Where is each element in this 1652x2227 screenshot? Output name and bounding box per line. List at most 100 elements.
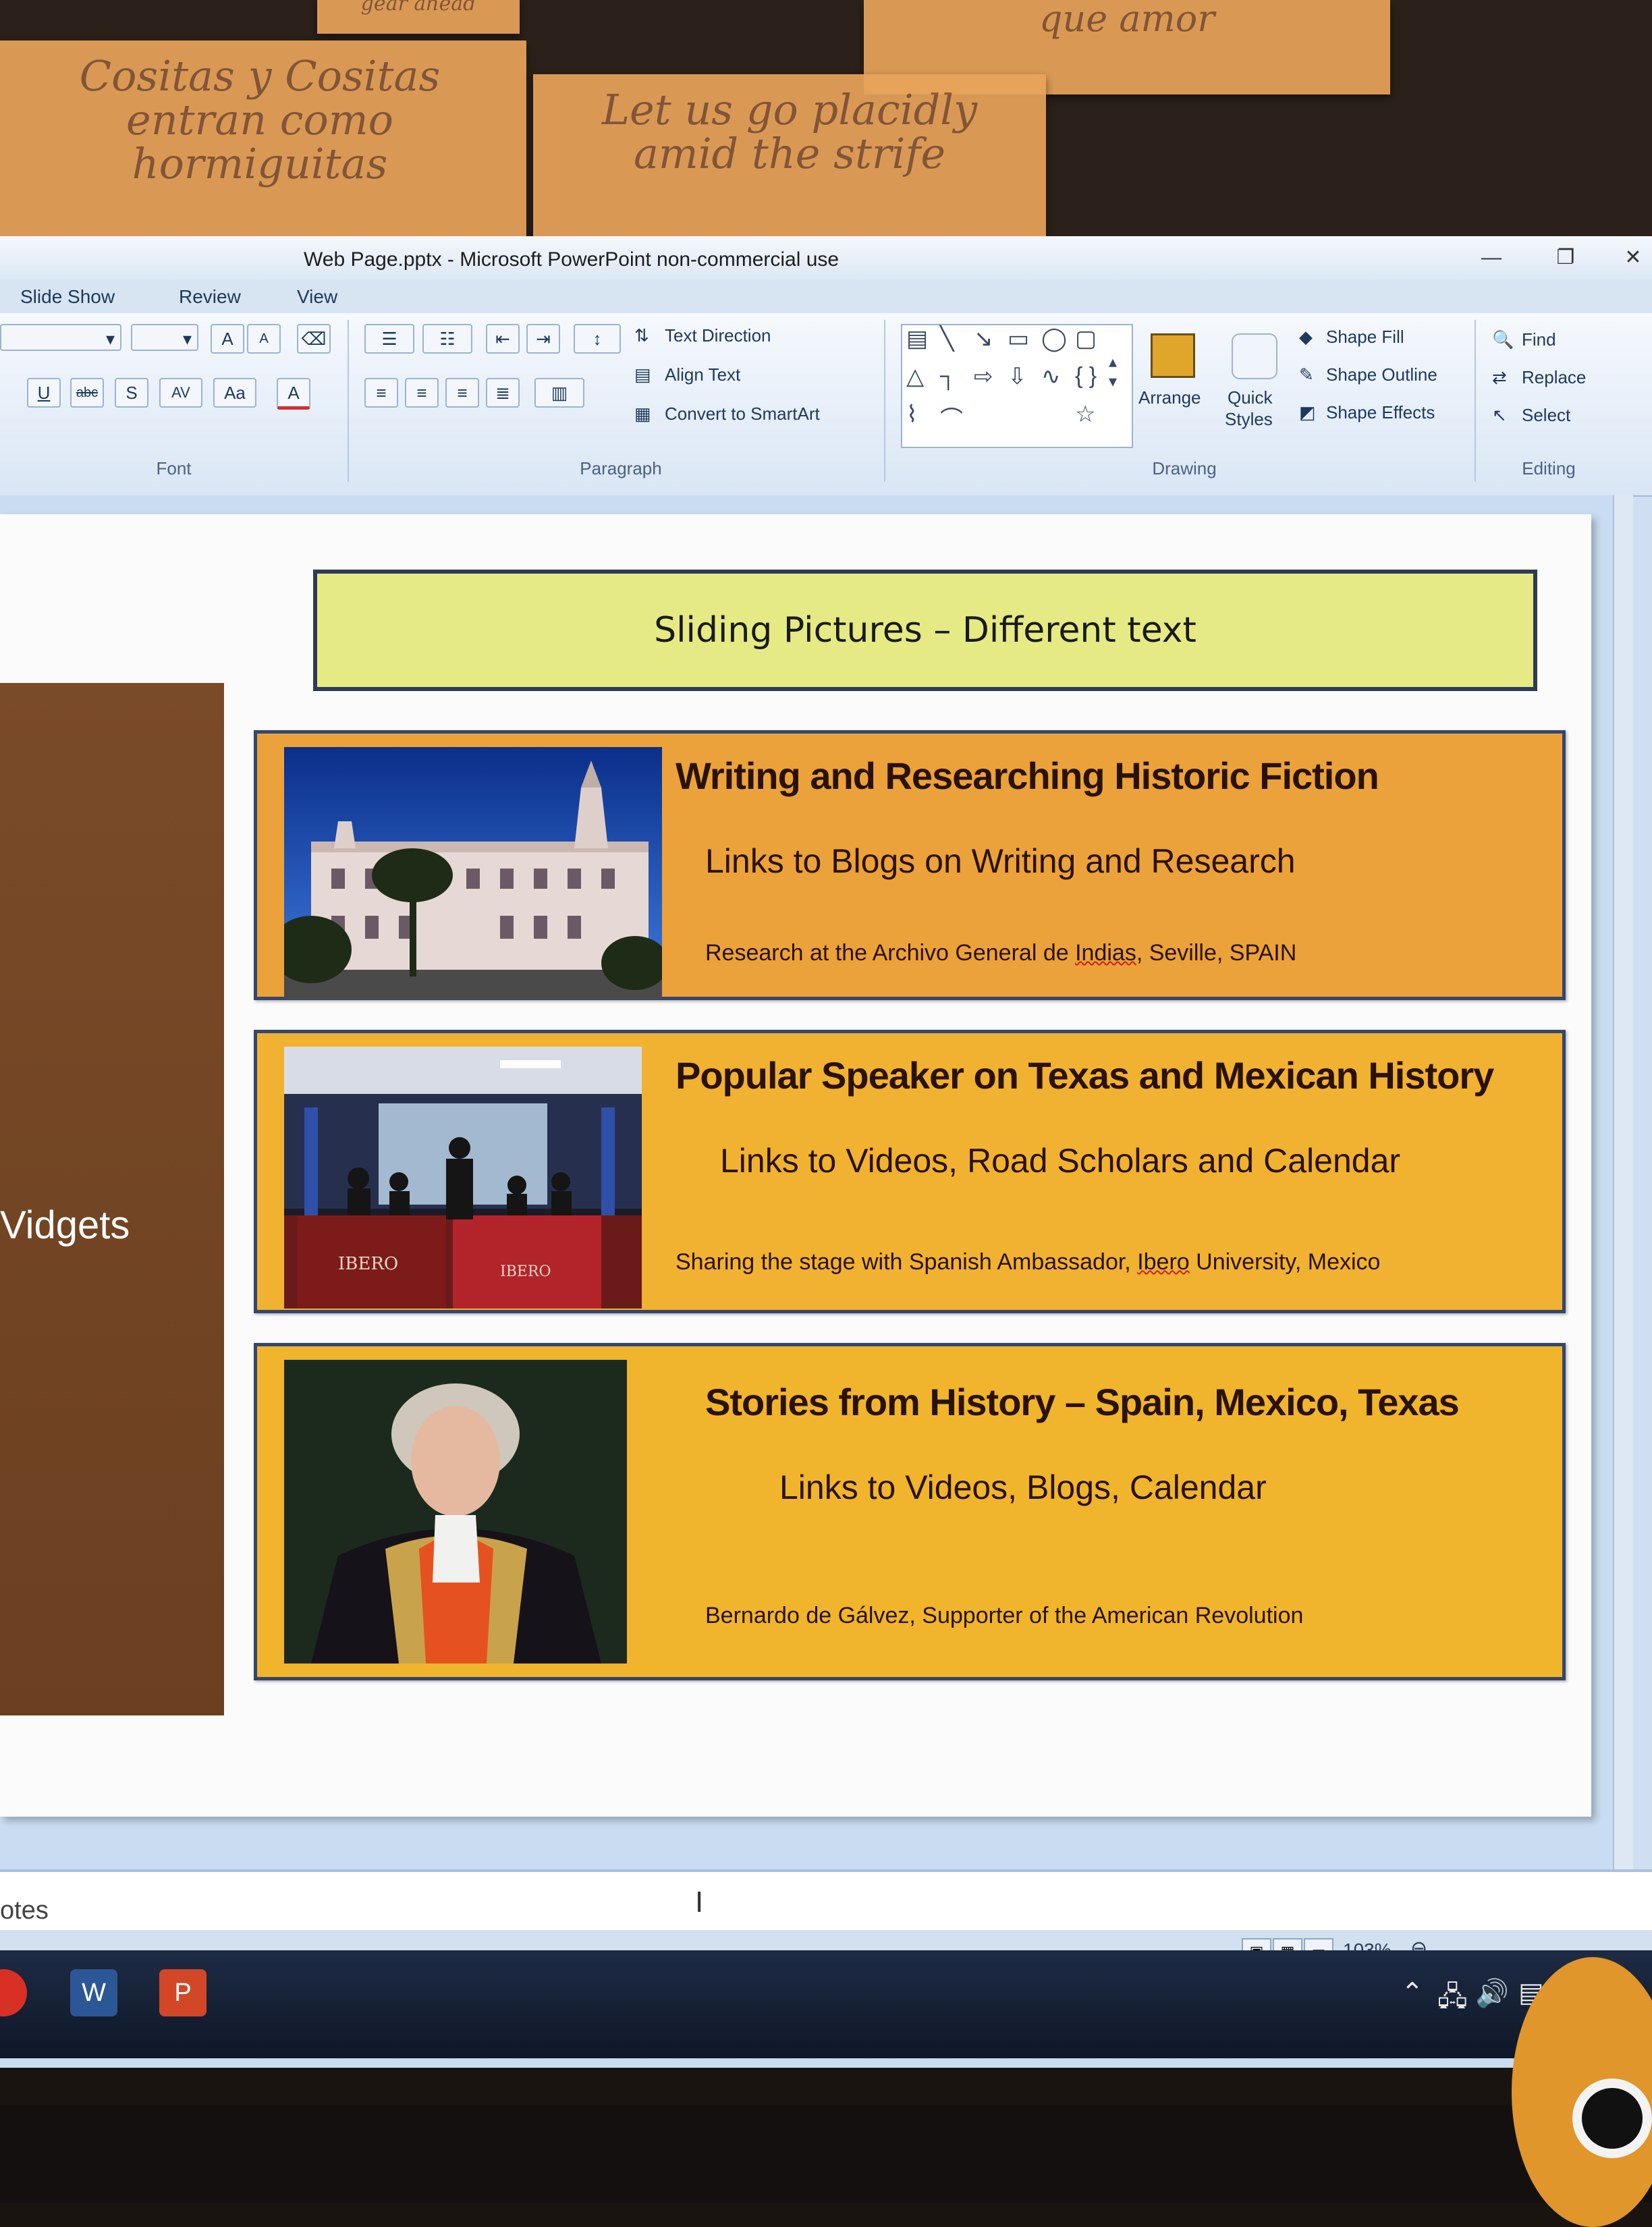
arrange-button[interactable]: Arrange — [1138, 387, 1201, 408]
down-arrow-shape-icon[interactable]: ⇩ — [1008, 363, 1027, 390]
arrange-icon[interactable] — [1151, 333, 1195, 378]
strikethrough-button[interactable]: abc — [70, 378, 104, 408]
speaker-stage-photo: IBERO IBERO — [284, 1047, 642, 1309]
bullets-icon[interactable]: ☰ — [364, 324, 414, 354]
char-spacing-button[interactable]: AV — [159, 378, 202, 408]
sticky-note: Let us go placidly amid the strife — [533, 74, 1046, 236]
drawing-group-label: Drawing — [1152, 458, 1217, 478]
columns-icon[interactable]: ▥ — [534, 378, 584, 408]
card-heading: Writing and Researching Historic Fiction — [676, 754, 1379, 797]
justify-icon[interactable]: ≣ — [486, 378, 520, 408]
shrink-font-button[interactable]: A — [247, 324, 281, 354]
card-caption: Bernardo de Gálvez, Supporter of the Ame… — [705, 1603, 1304, 1628]
volume-icon[interactable]: 🔊 — [1475, 1977, 1509, 2009]
paragraph-group-label: Paragraph — [580, 458, 662, 478]
powerpoint-window: Web Page.pptx - Microsoft PowerPoint non… — [0, 236, 1652, 2068]
ribbon: ▾ ▾ A A ⌫ U abc S AV Aa A Font ☰ ☷ ⇤ ⇥ ↕… — [0, 313, 1652, 497]
drawing-group: ▤ ╲ ↘ ▭ ◯ ▢ △ ┐ ⇨ ⇩ ∿ { } ⌇ ⌒ ☆ ▴ ▾ Arran… — [894, 320, 1476, 482]
increase-indent-icon[interactable]: ⇥ — [526, 324, 560, 354]
align-right-icon[interactable]: ≡ — [445, 378, 479, 408]
shadow-button[interactable]: S — [115, 378, 148, 408]
underline-button[interactable]: U — [27, 378, 61, 408]
right-arrow-shape-icon[interactable]: ⇨ — [974, 363, 993, 390]
window-title: Web Page.pptx - Microsoft PowerPoint non… — [304, 248, 839, 271]
curve-shape-icon[interactable]: ∿ — [1041, 363, 1061, 390]
rounded-rect-shape-icon[interactable]: ▢ — [1075, 325, 1097, 352]
numbering-icon[interactable]: ☷ — [422, 324, 472, 354]
oval-shape-icon[interactable]: ◯ — [1041, 325, 1067, 352]
text-direction-button[interactable]: Text Direction — [665, 325, 771, 346]
triangle-shape-icon[interactable]: △ — [906, 363, 924, 390]
star-shape-icon[interactable]: ☆ — [1075, 401, 1095, 428]
sticky-note: gear ahead — [317, 0, 520, 34]
shape-fill-button[interactable]: Shape Fill — [1326, 327, 1404, 348]
sticky-note: Cositas y Cositas entran como hormiguita… — [0, 40, 526, 236]
notes-label: otes — [0, 1896, 49, 1925]
quick-styles-label-1[interactable]: Quick — [1228, 387, 1272, 408]
minimize-button[interactable]: — — [1464, 243, 1518, 273]
shape-effects-button[interactable]: Shape Effects — [1326, 402, 1435, 423]
gallery-scroll-icon[interactable]: ▴ ▾ — [1109, 352, 1117, 391]
convert-smartart-button[interactable]: Convert to SmartArt — [665, 404, 820, 424]
tab-view[interactable]: View — [297, 286, 337, 308]
chrome-icon[interactable] — [0, 1969, 27, 2016]
brace-shape-icon[interactable]: { } — [1075, 363, 1097, 389]
caption-text: , Seville, SPAIN — [1136, 940, 1297, 966]
ibero-banner-text: IBERO — [500, 1263, 551, 1280]
textbox-shape-icon[interactable]: ▤ — [906, 325, 928, 352]
network-icon[interactable]: 🖧 — [1437, 1977, 1468, 2023]
ribbon-tabs: Slide Show Review View — [0, 279, 1652, 313]
arc-shape-icon[interactable]: ⌒ — [940, 401, 963, 434]
close-button[interactable]: ✕ — [1606, 243, 1652, 273]
galvez-portrait-photo — [284, 1360, 627, 1664]
smartart-icon: ▦ — [634, 404, 651, 424]
elbow-connector-icon[interactable]: ┐ — [940, 363, 956, 389]
decrease-indent-icon[interactable]: ⇤ — [486, 324, 520, 354]
vertical-scrollbar[interactable] — [1613, 495, 1633, 2068]
arrow-shape-icon[interactable]: ↘ — [974, 325, 993, 352]
caption-text: University, Mexico — [1189, 1249, 1381, 1275]
widgets-label: Vidgets — [0, 1203, 130, 1247]
quick-styles-icon[interactable] — [1232, 333, 1277, 379]
rectangle-shape-icon[interactable]: ▭ — [1008, 325, 1029, 352]
freeform-shape-icon[interactable]: ⌇ — [906, 401, 918, 428]
word-icon[interactable]: W — [70, 1969, 117, 2016]
align-text-button[interactable]: Align Text — [665, 364, 740, 385]
spelling-error-word[interactable]: Ibero — [1137, 1249, 1190, 1275]
card-historic-fiction[interactable]: Writing and Researching Historic Fiction… — [254, 730, 1566, 1000]
align-center-icon[interactable]: ≡ — [405, 378, 439, 408]
card-links-text: Links to Videos, Road Scholars and Calen… — [720, 1142, 1401, 1180]
replace-button[interactable]: Replace — [1522, 367, 1586, 388]
find-button[interactable]: Find — [1522, 329, 1556, 350]
show-hidden-icon[interactable]: ⌃ — [1401, 1977, 1424, 2008]
powerpoint-icon[interactable]: P — [159, 1969, 206, 2016]
left-brown-panel[interactable]: Vidgets — [0, 683, 224, 1715]
font-color-button[interactable]: A — [277, 378, 310, 410]
font-name-dropdown[interactable]: ▾ — [0, 324, 121, 351]
replace-icon: ⇄ — [1492, 367, 1507, 387]
quick-styles-label-2[interactable]: Styles — [1225, 409, 1273, 430]
shape-outline-button[interactable]: Shape Outline — [1326, 364, 1437, 385]
select-button[interactable]: Select — [1522, 405, 1570, 426]
line-spacing-icon[interactable]: ↕ — [574, 324, 621, 354]
select-icon: ↖ — [1492, 405, 1507, 425]
spelling-error-word[interactable]: Indias — [1075, 940, 1136, 966]
change-case-button[interactable]: Aa — [213, 378, 256, 408]
grow-font-button[interactable]: A — [211, 324, 244, 354]
tab-review[interactable]: Review — [179, 286, 241, 308]
slide-title-box[interactable]: Sliding Pictures – Different text — [313, 570, 1537, 691]
shapes-gallery[interactable]: ▤ ╲ ↘ ▭ ◯ ▢ △ ┐ ⇨ ⇩ ∿ { } ⌇ ⌒ ☆ ▴ ▾ — [901, 324, 1133, 448]
line-shape-icon[interactable]: ╲ — [940, 325, 954, 352]
tab-slide-show[interactable]: Slide Show — [20, 286, 115, 308]
restore-button[interactable]: ❐ — [1539, 243, 1593, 273]
font-size-dropdown[interactable]: ▾ — [131, 324, 198, 351]
taskbar: W P ⌃ 🖧 🔊 ▤ — [0, 1950, 1652, 2058]
slide-canvas[interactable]: Vidgets Sliding Pictures – Different tex… — [0, 514, 1591, 1817]
slide-editor: Vidgets Sliding Pictures – Different tex… — [0, 495, 1633, 2068]
monitor-bezel — [0, 2106, 1652, 2203]
clear-format-icon[interactable]: ⌫ — [297, 324, 331, 354]
align-left-icon[interactable]: ≡ — [364, 378, 398, 408]
card-popular-speaker[interactable]: IBERO IBERO Popular Speaker on Texas and… — [254, 1030, 1566, 1313]
card-heading: Popular Speaker on Texas and Mexican His… — [676, 1054, 1494, 1097]
card-stories-from-history[interactable]: Stories from History – Spain, Mexico, Te… — [254, 1343, 1566, 1680]
